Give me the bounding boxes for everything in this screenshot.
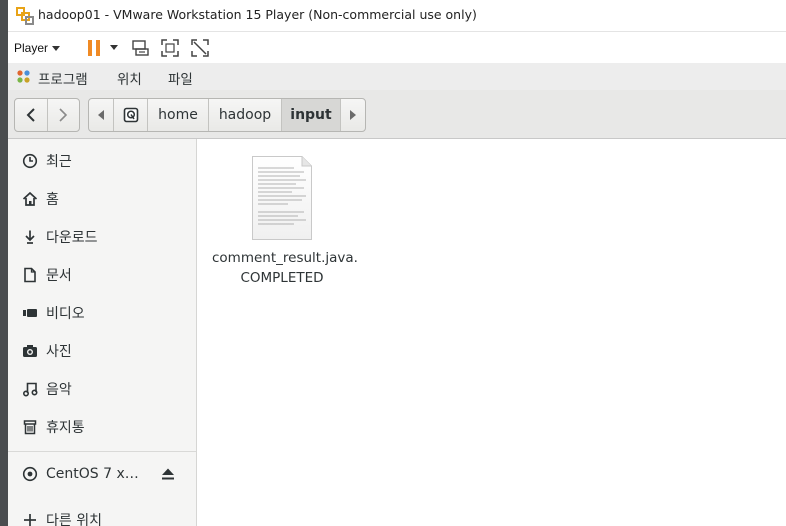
clock-icon — [22, 153, 38, 169]
triangle-right-icon — [350, 110, 356, 120]
triangle-left-icon — [98, 110, 104, 120]
sidebar-separator — [8, 451, 196, 452]
unity-icon[interactable] — [190, 38, 210, 58]
pause-dropdown-icon[interactable] — [110, 45, 118, 50]
window-title: hadoop01 - VMware Workstation 15 Player … — [38, 7, 477, 22]
breadcrumb-root[interactable] — [113, 99, 147, 131]
drive-icon — [123, 107, 138, 123]
file-name: comment_result.java. COMPLETED — [212, 248, 358, 288]
vmware-icon — [16, 7, 34, 25]
breadcrumb-scroll-right-button[interactable] — [340, 99, 365, 131]
plus-icon — [24, 514, 36, 526]
history-nav — [14, 98, 80, 132]
chevron-left-icon — [26, 108, 35, 122]
player-menu-label: Player — [14, 41, 49, 55]
sidebar-item-centos-disc[interactable]: CentOS 7 x… — [8, 457, 196, 491]
sidebar-item-label: 휴지통 — [46, 420, 85, 436]
file-name-line-2: COMPLETED — [240, 270, 324, 286]
trash-icon — [23, 420, 37, 435]
video-icon — [23, 309, 37, 317]
eject-icon[interactable] — [161, 467, 175, 481]
file-name-line-1: comment_result.java. — [212, 250, 358, 266]
disc-icon — [22, 466, 38, 482]
path-bar: home hadoop input — [8, 90, 786, 139]
sidebar-item-label: 음악 — [46, 382, 72, 398]
sidebar-item-music[interactable]: 음악 — [8, 372, 196, 406]
pause-icon[interactable] — [86, 39, 102, 57]
sidebar-item-label: 최근 — [46, 154, 72, 170]
breadcrumb-home[interactable]: home — [147, 99, 208, 131]
send-ctrl-alt-del-icon[interactable] — [130, 38, 150, 58]
file-view: comment_result.java. COMPLETED — [197, 139, 786, 526]
sidebar-item-label: 비디오 — [46, 306, 85, 322]
document-icon — [24, 267, 36, 283]
chevron-down-icon — [52, 45, 61, 51]
applications-menu[interactable]: 프로그램 — [38, 68, 88, 88]
sidebar-item-label: 다운로드 — [46, 230, 98, 246]
host-desktop-edge — [0, 0, 8, 526]
camera-icon — [23, 345, 37, 357]
breadcrumb-input[interactable]: input — [281, 99, 340, 131]
sidebar: 최근 홈 다운로드 문서 비디오 사진 음악 휴지통 CentOS 7 x… 다… — [8, 139, 197, 526]
breadcrumb-scroll-left-button[interactable] — [89, 99, 113, 131]
text-file-icon — [252, 156, 312, 240]
vmware-window: hadoop01 - VMware Workstation 15 Player … — [8, 0, 786, 526]
player-menu-button[interactable]: Player — [14, 38, 61, 58]
apps-icon — [17, 70, 30, 83]
breadcrumb: home hadoop input — [88, 98, 366, 132]
sidebar-item-trash[interactable]: 휴지통 — [8, 410, 196, 444]
sidebar-item-label: 홈 — [46, 192, 59, 208]
chevron-right-icon — [59, 108, 68, 122]
sidebar-item-label: 사진 — [46, 344, 72, 360]
music-icon — [22, 382, 38, 397]
breadcrumb-hadoop[interactable]: hadoop — [208, 99, 281, 131]
home-icon — [22, 191, 38, 206]
sidebar-item-recent[interactable]: 최근 — [8, 144, 196, 178]
places-menu[interactable]: 위치 — [117, 68, 142, 88]
vmware-toolbar: Player — [8, 32, 786, 63]
sidebar-item-label: 다른 위치 — [46, 513, 102, 526]
download-icon — [25, 230, 35, 244]
sidebar-item-videos[interactable]: 비디오 — [8, 296, 196, 330]
sidebar-item-label: 문서 — [46, 268, 72, 284]
fullscreen-icon[interactable] — [160, 38, 180, 58]
sidebar-item-other-locations[interactable]: 다른 위치 — [8, 503, 196, 526]
forward-button[interactable] — [46, 99, 80, 131]
title-bar: hadoop01 - VMware Workstation 15 Player … — [8, 0, 786, 32]
sidebar-item-downloads[interactable]: 다운로드 — [8, 220, 196, 254]
files-menu[interactable]: 파일 — [168, 68, 193, 88]
sidebar-item-label: CentOS 7 x… — [46, 466, 139, 482]
gnome-top-bar: 프로그램 위치 파일 — [8, 63, 786, 91]
sidebar-item-home[interactable]: 홈 — [8, 182, 196, 216]
back-button[interactable] — [15, 99, 47, 131]
sidebar-item-pictures[interactable]: 사진 — [8, 334, 196, 368]
sidebar-item-documents[interactable]: 문서 — [8, 258, 196, 292]
